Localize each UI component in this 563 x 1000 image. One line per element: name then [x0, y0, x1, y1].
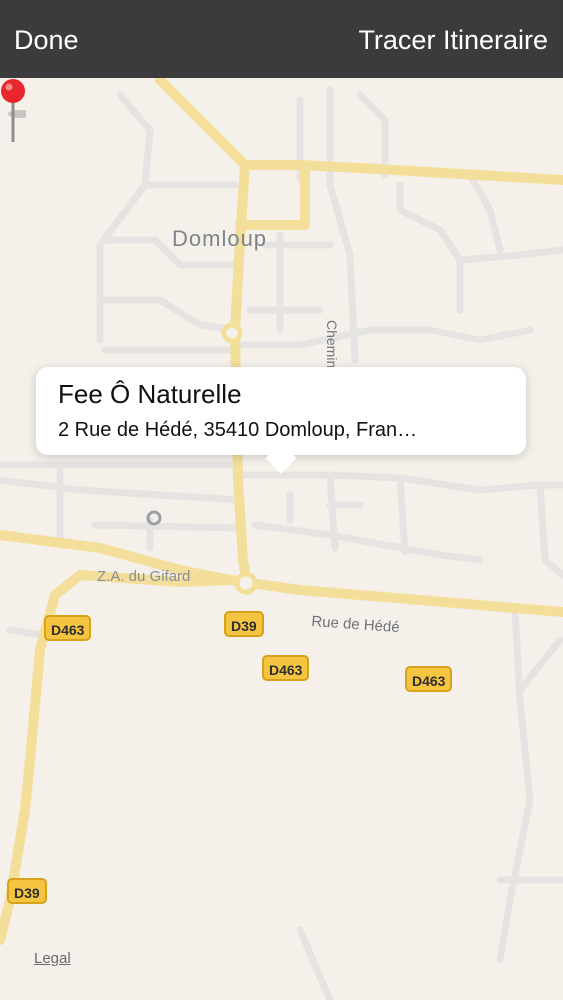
road-shield-d463: D463 [262, 655, 310, 681]
done-button[interactable]: Done [14, 22, 79, 58]
legal-link[interactable]: Legal [34, 950, 71, 967]
place-address: 2 Rue de Hédé, 35410 Domloup, Fran… [58, 419, 418, 441]
road-shield-d39: D39 [224, 611, 264, 637]
road-shield-d463: D463 [44, 615, 92, 641]
place-title: Fee Ô Naturelle [58, 379, 242, 409]
map-view[interactable]: Domloup Z.A. du Gifard Rue de Hédé Chemi… [0, 78, 563, 1000]
road-network [0, 78, 563, 1000]
map-pin-icon[interactable] [0, 78, 26, 144]
road-shield-d463: D463 [405, 666, 453, 692]
place-callout[interactable]: Fee Ô Naturelle 2 Rue de Hédé, 35410 Dom… [36, 367, 526, 474]
zone-label: Z.A. du Gifard [97, 568, 191, 585]
road-shield-d39: D39 [7, 878, 47, 904]
get-directions-button[interactable]: Tracer Itineraire [358, 22, 548, 58]
town-label: Domloup [172, 226, 268, 251]
navigation-bar: Done Tracer Itineraire [0, 0, 563, 78]
